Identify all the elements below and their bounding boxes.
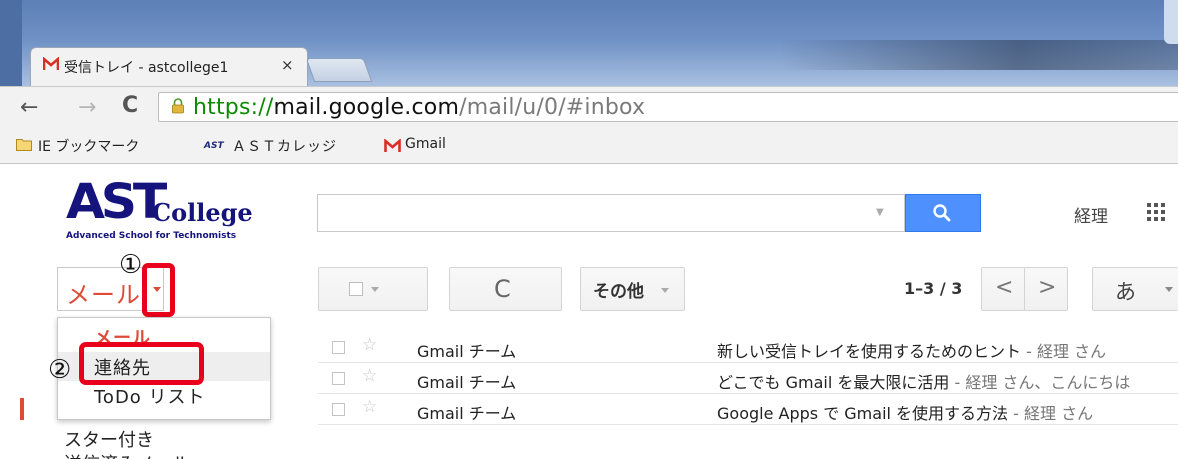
more-label: その他 <box>593 282 644 302</box>
message-row[interactable]: ☆ Gmail チーム Google Apps で Gmail を使用する方法 … <box>318 394 1178 425</box>
ast-college-logo[interactable]: AST College Advanced School for Technomi… <box>66 178 276 250</box>
nav-item-starred[interactable]: スター付き <box>64 426 154 452</box>
star-icon[interactable]: ☆ <box>362 335 377 355</box>
gmail-icon <box>384 139 401 152</box>
mail-switcher-label: メール <box>66 281 141 309</box>
message-checkbox[interactable] <box>332 341 345 354</box>
bookmark-ast-college[interactable]: ＡＳＴカレッジ <box>232 136 337 156</box>
refresh-icon: C <box>494 275 511 303</box>
bookmarks-bar <box>0 128 1178 164</box>
new-tab-button[interactable] <box>305 58 373 82</box>
star-icon[interactable]: ☆ <box>362 366 377 386</box>
message-snippet: - 経理 さん <box>1021 342 1107 361</box>
more-button[interactable]: その他 <box>580 267 685 311</box>
menu-item-label: ToDo リスト <box>94 387 206 408</box>
refresh-button[interactable]: C <box>449 267 562 311</box>
input-tools-label: あ <box>1115 280 1136 304</box>
annotation-number-1: ① <box>119 250 143 280</box>
search-icon <box>933 204 951 222</box>
chevron-down-icon <box>661 288 669 293</box>
select-all-button[interactable] <box>318 267 428 311</box>
gmail-icon <box>43 57 59 70</box>
message-sender: Gmail チーム <box>417 342 517 361</box>
message-subject-line: どこでも Gmail を最大限に活用 - 経理 さん、こんにちは <box>717 369 1178 393</box>
url-text: https://mail.google.com/mail/u/0/#inbox <box>193 95 645 120</box>
url-scheme: https:// <box>193 95 274 120</box>
message-checkbox[interactable] <box>332 372 345 385</box>
reload-button[interactable]: C <box>122 93 138 118</box>
ast-icon: AST <box>204 141 224 151</box>
page-count: 1–3 / 3 <box>904 279 963 298</box>
message-snippet: - 経理 さん <box>1008 404 1094 423</box>
lock-icon <box>172 98 184 114</box>
nav-selected-indicator <box>20 398 24 420</box>
message-subject: 新しい受信トレイを使用するためのヒント <box>717 342 1022 361</box>
bookmark-gmail[interactable]: Gmail <box>405 136 446 152</box>
window-frame <box>0 0 22 86</box>
message-subject-line: Google Apps で Gmail を使用する方法 - 経理 さん <box>717 400 1178 424</box>
search-options-icon[interactable]: ▼ <box>876 207 884 218</box>
annotation-highlight-2 <box>79 342 204 385</box>
message-subject-line: 新しい受信トレイを使用するためのヒント - 経理 さん <box>717 338 1178 362</box>
logo-main-text: AST <box>66 174 167 230</box>
menu-item-todo[interactable]: ToDo リスト <box>58 381 270 410</box>
bookmark-ie[interactable]: IE ブックマーク <box>38 136 139 156</box>
message-subject: Google Apps で Gmail を使用する方法 <box>717 404 1009 423</box>
chevron-down-icon[interactable] <box>371 287 379 292</box>
url-host: mail.google.com <box>273 95 460 120</box>
chevron-left-icon: < <box>995 275 1014 300</box>
url-path: /mail/u/0/#inbox <box>459 95 646 120</box>
prev-page-button[interactable]: < <box>981 267 1025 311</box>
address-bar[interactable]: https://mail.google.com/mail/u/0/#inbox <box>158 92 1178 122</box>
logo-sub-text: College <box>152 198 253 227</box>
message-checkbox[interactable] <box>332 403 345 416</box>
chevron-right-icon: > <box>1038 275 1057 300</box>
browser-tab-inbox[interactable]: 受信トレイ - astcollege1 × <box>30 47 308 86</box>
message-sender: Gmail チーム <box>417 404 517 423</box>
back-button[interactable]: ← <box>20 95 38 120</box>
window-controls[interactable] <box>1164 0 1178 44</box>
annotation-highlight-1 <box>142 263 175 317</box>
tab-close-icon[interactable]: × <box>281 56 294 74</box>
next-page-button[interactable]: > <box>1024 267 1068 311</box>
input-tools-button[interactable]: あ <box>1092 267 1178 311</box>
nav-item-sent[interactable]: 送信済みメール <box>64 450 204 459</box>
folder-icon <box>16 139 32 151</box>
forward-button[interactable]: → <box>78 95 96 120</box>
search-button[interactable] <box>905 194 981 232</box>
message-row[interactable]: ☆ Gmail チーム どこでも Gmail を最大限に活用 - 経理 さん、こ… <box>318 363 1178 394</box>
select-all-checkbox[interactable] <box>349 282 363 296</box>
account-name[interactable]: 経理 <box>1074 202 1108 227</box>
logo-tagline: Advanced School for Technomists <box>66 231 237 241</box>
window-background <box>780 40 1178 70</box>
message-subject: どこでも Gmail を最大限に活用 <box>717 373 950 392</box>
message-snippet: - 経理 さん、こんにちは <box>949 373 1131 392</box>
star-icon[interactable]: ☆ <box>362 397 377 417</box>
annotation-number-2: ② <box>48 355 72 385</box>
search-input[interactable]: ▼ <box>317 194 905 232</box>
apps-grid-icon[interactable] <box>1147 203 1165 221</box>
tab-title: 受信トレイ - astcollege1 <box>64 60 229 76</box>
chevron-down-icon[interactable] <box>1165 287 1173 292</box>
message-sender: Gmail チーム <box>417 373 517 392</box>
message-row[interactable]: ☆ Gmail チーム 新しい受信トレイを使用するためのヒント - 経理 さん <box>318 332 1178 363</box>
